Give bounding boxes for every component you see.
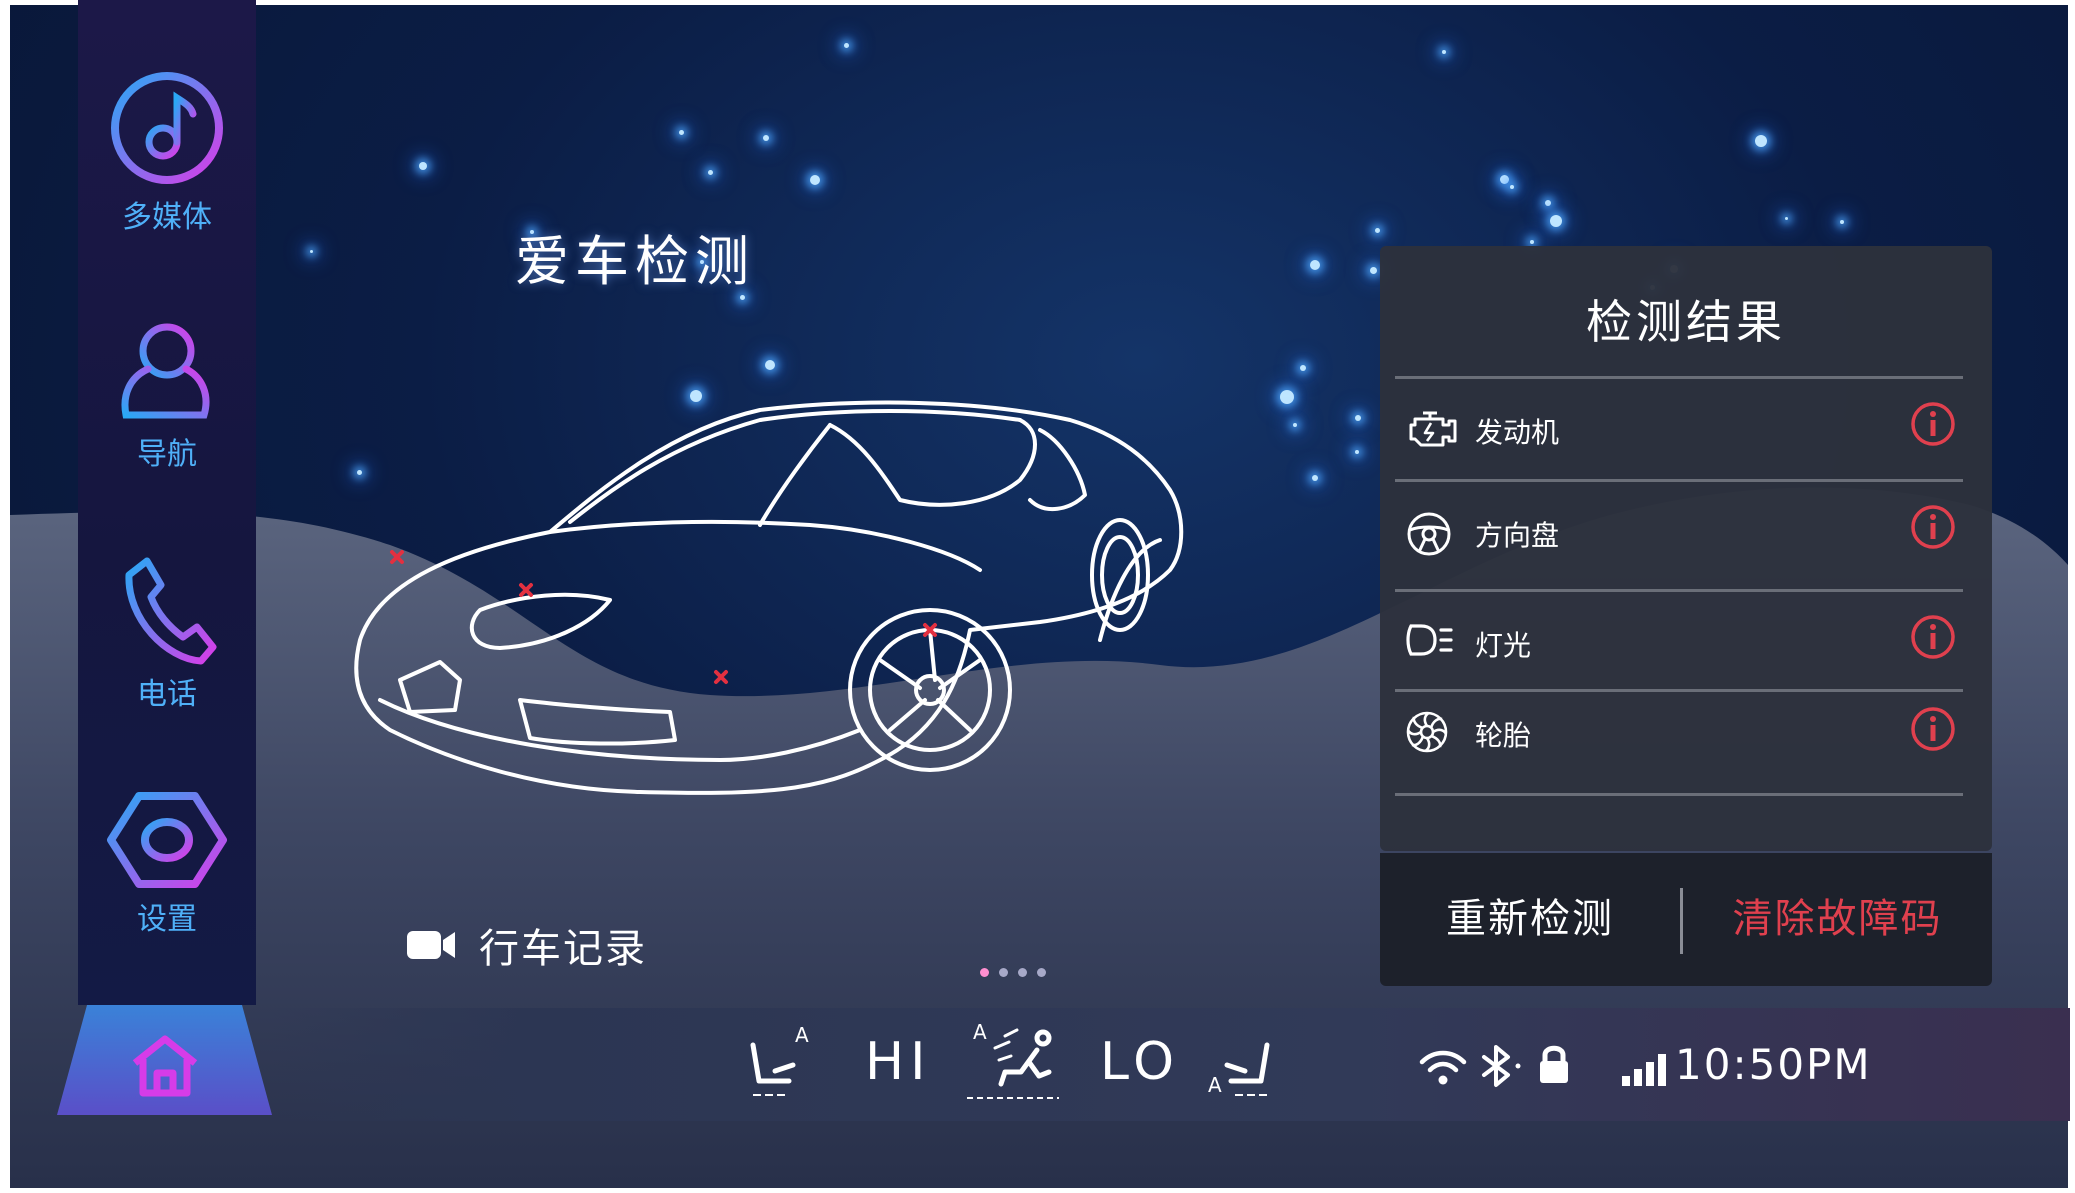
- sidebar: 多媒体 导航 电话 设置: [78, 0, 256, 1005]
- info-icon[interactable]: [1910, 401, 1956, 447]
- sidebar-item-settings[interactable]: 设置: [78, 790, 256, 938]
- info-icon[interactable]: [1910, 706, 1956, 752]
- seat-heat-left-mode: A: [795, 1023, 809, 1047]
- action-bar: 重新检测 清除故障码: [1380, 853, 1992, 986]
- sidebar-item-navigation[interactable]: 导航: [78, 315, 256, 473]
- driving-record-button[interactable]: 行车记录: [405, 915, 647, 975]
- result-item-label: 方向盘: [1475, 519, 1560, 552]
- page-dot-3[interactable]: [1018, 968, 1027, 977]
- result-item-lights[interactable]: 灯光: [1395, 592, 1963, 692]
- page-indicator: [980, 968, 1046, 977]
- tire-icon: [1406, 711, 1448, 753]
- page-dot-4[interactable]: [1037, 968, 1046, 977]
- result-item-steering[interactable]: 方向盘: [1395, 482, 1963, 582]
- engine-icon: [1409, 411, 1457, 447]
- video-camera-icon: [407, 931, 455, 959]
- info-icon[interactable]: [1910, 614, 1956, 660]
- detection-result-panel: 检测结果 发动机 方向盘 灯光 轮胎: [1380, 246, 1992, 851]
- result-item-label: 灯光: [1475, 629, 1532, 662]
- phone-icon: [125, 557, 217, 665]
- info-icon[interactable]: [1910, 504, 1956, 550]
- seat-heat-right-button[interactable]: A: [1205, 1023, 1275, 1105]
- airflow-mode-label: A: [973, 1020, 987, 1044]
- sidebar-item-media[interactable]: 多媒体: [78, 68, 256, 236]
- sidebar-item-phone[interactable]: 电话: [78, 555, 256, 713]
- page-title: 爱车检测: [515, 230, 755, 293]
- headlight-icon: [1406, 624, 1453, 656]
- driving-record-label: 行车记录: [479, 926, 647, 972]
- sidebar-item-label: 多媒体: [122, 200, 212, 235]
- result-item-label: 发动机: [1475, 416, 1560, 449]
- home-button[interactable]: [57, 1005, 272, 1115]
- wifi-icon[interactable]: [1418, 1048, 1468, 1088]
- result-item-engine[interactable]: 发动机: [1395, 379, 1963, 479]
- music-note-icon: [111, 72, 223, 184]
- car-outline-image: [354, 400, 1184, 795]
- signal-icon: [1622, 1054, 1666, 1086]
- sidebar-item-label: 导航: [137, 437, 197, 472]
- fan-low-button[interactable]: LO: [1100, 1032, 1180, 1092]
- bluetooth-icon[interactable]: [1478, 1043, 1524, 1089]
- steering-wheel-icon: [1407, 512, 1451, 556]
- divider: [1395, 793, 1963, 796]
- user-icon: [121, 323, 210, 419]
- fan-high-button[interactable]: HI: [865, 1032, 931, 1092]
- result-item-label: 轮胎: [1475, 719, 1532, 752]
- page-dot-1[interactable]: [980, 968, 989, 977]
- seat-heat-right-mode: A: [1208, 1073, 1222, 1097]
- sidebar-item-label: 设置: [137, 902, 197, 937]
- redetect-button[interactable]: 重新检测: [1380, 853, 1680, 986]
- airflow-mode-button[interactable]: A: [965, 1020, 1061, 1108]
- result-panel-title: 检测结果: [1586, 295, 1786, 349]
- hexagon-settings-icon: [107, 792, 227, 888]
- sidebar-item-label: 电话: [137, 677, 197, 712]
- lock-icon[interactable]: [1537, 1044, 1571, 1086]
- home-icon: [132, 1035, 198, 1097]
- clock: 10:50PM: [1675, 1040, 1872, 1089]
- seat-heat-left-button[interactable]: A: [745, 1023, 815, 1105]
- page-dot-2[interactable]: [999, 968, 1008, 977]
- clear-fault-codes-button[interactable]: 清除故障码: [1683, 853, 1992, 986]
- result-item-tires[interactable]: 轮胎: [1395, 692, 1963, 792]
